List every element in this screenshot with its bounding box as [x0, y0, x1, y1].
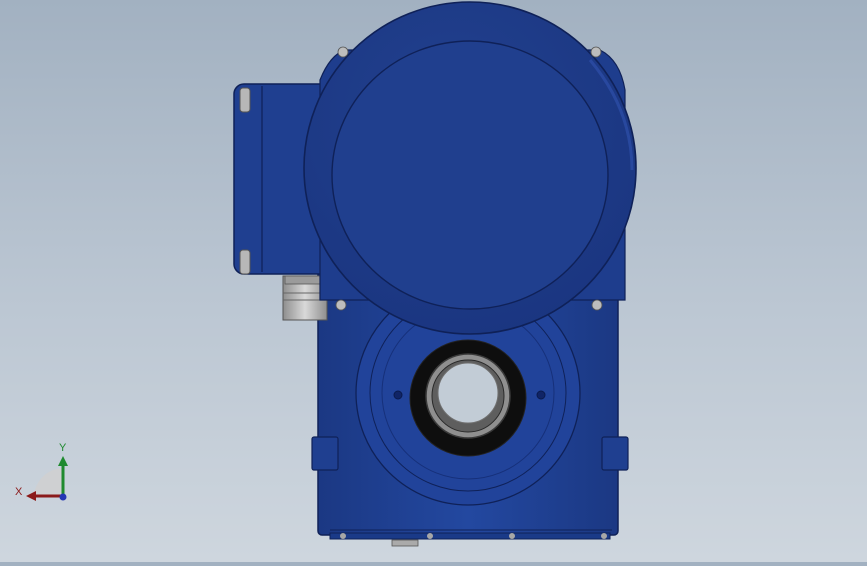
- motor-fan-cap: [331, 40, 609, 310]
- triad-plane: [34, 468, 62, 496]
- triad-y-label: Y: [59, 442, 67, 454]
- flange-bolt-hole-right: [536, 390, 546, 400]
- right-mount-tab: [601, 436, 629, 471]
- triad-x-arrowhead: [26, 491, 36, 501]
- triad-z-axis: [59, 493, 67, 501]
- orientation-triad: [26, 456, 68, 501]
- triad-y-arrowhead: [58, 456, 68, 466]
- flange-bolt-hole-left: [393, 390, 403, 400]
- shaft-bore: [437, 362, 499, 424]
- cad-viewport[interactable]: Y X: [0, 0, 867, 562]
- gearbox-model: [233, 1, 637, 547]
- left-mount-tab: [311, 436, 339, 471]
- triad-x-label: X: [15, 486, 23, 498]
